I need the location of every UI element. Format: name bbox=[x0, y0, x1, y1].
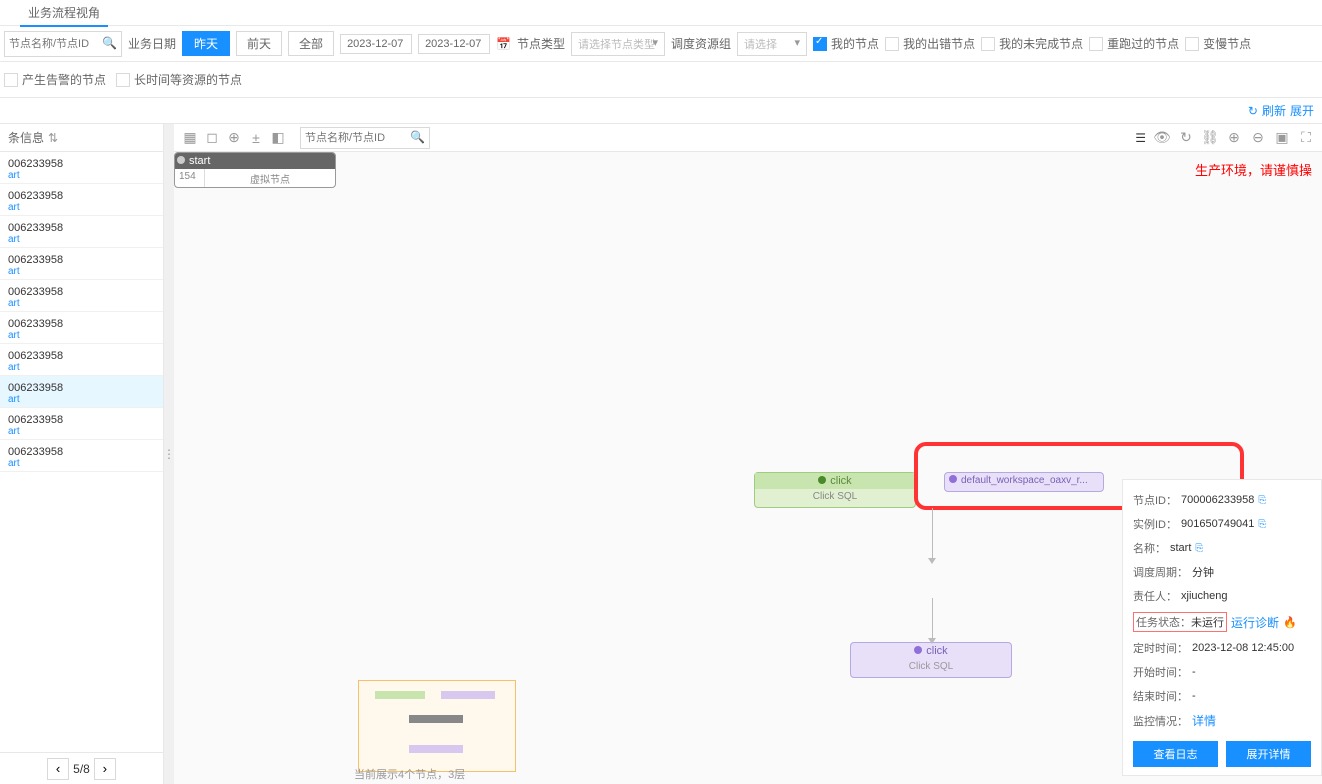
date-from[interactable]: 2023-12-07 bbox=[340, 34, 412, 54]
edge bbox=[932, 508, 933, 562]
toolbar-row-1: 🔍 业务日期 昨天 前天 全部 2023-12-07 2023-12-07 📅 … bbox=[0, 26, 1322, 62]
list-item[interactable]: 006233958art bbox=[0, 184, 163, 216]
resource-label: 调度资源组 bbox=[671, 35, 731, 52]
link-icon[interactable]: ⛓ bbox=[1202, 130, 1218, 146]
edge bbox=[932, 598, 933, 642]
list-item[interactable]: 006233958art bbox=[0, 440, 163, 472]
calendar-icon[interactable]: 📅 bbox=[496, 37, 511, 51]
zoom-in-icon[interactable]: ⊕ bbox=[1226, 130, 1242, 146]
date-to[interactable]: 2023-12-07 bbox=[418, 34, 490, 54]
btn-expand-detail[interactable]: 展开详情 bbox=[1226, 741, 1311, 767]
list-item[interactable]: 006233958art bbox=[0, 344, 163, 376]
left-panel: 条信息 ⇅ 006233958art 006233958art 00623395… bbox=[0, 124, 164, 784]
diagnosis-link[interactable]: 运行诊断 bbox=[1231, 614, 1279, 631]
btn-yesterday[interactable]: 前天 bbox=[236, 31, 282, 56]
cb-undone-nodes[interactable]: 我的未完成节点 bbox=[981, 35, 1083, 52]
node-click-1[interactable]: click Click SQL bbox=[754, 472, 916, 508]
cb-slow-nodes[interactable]: 变慢节点 bbox=[1185, 35, 1251, 52]
search-input[interactable] bbox=[5, 32, 95, 56]
fire-icon: 🔥 bbox=[1283, 616, 1297, 629]
cb-alarm-nodes[interactable]: 产生告警的节点 bbox=[4, 71, 106, 88]
environment-warning: 生产环境，请谨慎操 bbox=[1195, 160, 1312, 179]
copy-icon[interactable]: ⎘ bbox=[1195, 543, 1203, 554]
search-input-wrap: 🔍 bbox=[4, 31, 122, 57]
cb-my-nodes[interactable]: 我的节点 bbox=[813, 35, 879, 52]
ct-icon-5[interactable]: ◧ bbox=[270, 130, 286, 146]
ct-icon-1[interactable]: ▦ bbox=[182, 130, 198, 146]
list-item[interactable]: 006233958art bbox=[0, 152, 163, 184]
canvas-search: 🔍 bbox=[300, 127, 430, 149]
list-item[interactable]: 006233958art bbox=[0, 248, 163, 280]
detail-panel: 节点ID：700006233958⎘ 实例ID：901650749041⎘ 名称… bbox=[1122, 479, 1322, 776]
pager-prev[interactable]: ‹ bbox=[47, 758, 69, 780]
sort-icon[interactable]: ⇅ bbox=[48, 131, 58, 145]
canvas-area[interactable]: ▦ ◻ ⊕ ± ◧ 🔍 ☰ 👁 ↻ ⛓ ⊕ ⊖ ▣ ⛶ bbox=[174, 124, 1322, 784]
task-status: 任务状态：未运行 bbox=[1133, 612, 1227, 632]
arrow-icon bbox=[928, 638, 936, 644]
list-item[interactable]: 006233958art bbox=[0, 280, 163, 312]
refresh-icon[interactable]: ↻ bbox=[1248, 104, 1258, 118]
eye-icon[interactable]: 👁 bbox=[1154, 130, 1170, 146]
ct-icon-2[interactable]: ◻ bbox=[204, 130, 220, 146]
list-item[interactable]: 006233958art bbox=[0, 216, 163, 248]
splitter[interactable] bbox=[164, 124, 174, 784]
zoom-out-icon[interactable]: ⊖ bbox=[1250, 130, 1266, 146]
cb-rerun-nodes[interactable]: 重跑过的节点 bbox=[1089, 35, 1179, 52]
node-type-select[interactable]: 请选择节点类型 bbox=[571, 32, 665, 56]
biz-date-label: 业务日期 bbox=[128, 35, 176, 52]
pager-next[interactable]: › bbox=[94, 758, 116, 780]
tab-business-flow[interactable]: 业务流程视角 bbox=[20, 0, 108, 27]
monitor-link[interactable]: 详情 bbox=[1192, 712, 1216, 729]
pager-text: 5/8 bbox=[73, 762, 90, 776]
minimap[interactable] bbox=[358, 680, 516, 772]
cb-wait-nodes[interactable]: 长时间等资源的节点 bbox=[116, 71, 242, 88]
btn-today[interactable]: 昨天 bbox=[182, 31, 230, 56]
left-header: 条信息 ⇅ bbox=[0, 124, 163, 152]
list-item[interactable]: 006233958art bbox=[0, 408, 163, 440]
copy-icon[interactable]: ⎘ bbox=[1258, 495, 1266, 506]
copy-icon[interactable]: ⎘ bbox=[1258, 519, 1266, 530]
node-start[interactable]: start 154 虚拟节点 bbox=[174, 152, 336, 188]
pager: ‹ 5/8 › bbox=[0, 752, 163, 784]
refresh-link[interactable]: 刷新 bbox=[1262, 102, 1286, 119]
btn-view-log[interactable]: 查看日志 bbox=[1133, 741, 1218, 767]
expand-link[interactable]: 展开 bbox=[1290, 102, 1314, 119]
left-list: 006233958art 006233958art 006233958art 0… bbox=[0, 152, 163, 752]
arrow-icon bbox=[928, 558, 936, 564]
canvas-search-input[interactable] bbox=[301, 128, 406, 148]
ct-icon-3[interactable]: ⊕ bbox=[226, 130, 242, 146]
toolbar-row-2: 产生告警的节点 长时间等资源的节点 bbox=[0, 62, 1322, 98]
layers-icon[interactable]: ☰ bbox=[1135, 131, 1146, 145]
btn-all[interactable]: 全部 bbox=[288, 31, 334, 56]
search-icon[interactable]: 🔍 bbox=[410, 130, 425, 144]
search-icon[interactable]: 🔍 bbox=[102, 36, 117, 50]
cb-error-nodes[interactable]: 我的出错节点 bbox=[885, 35, 975, 52]
node-type-label: 节点类型 bbox=[517, 35, 565, 52]
list-item[interactable]: 006233958art bbox=[0, 376, 163, 408]
footer-text: 当前展示4个节点，3层 bbox=[354, 766, 465, 782]
resource-select[interactable]: 请选择 bbox=[737, 32, 807, 56]
refresh-icon[interactable]: ↻ bbox=[1178, 130, 1194, 146]
fullscreen-icon[interactable]: ⛶ bbox=[1298, 130, 1314, 146]
list-item[interactable]: 006233958art bbox=[0, 312, 163, 344]
node-click-2[interactable]: click Click SQL bbox=[850, 642, 1012, 678]
fit-icon[interactable]: ▣ bbox=[1274, 130, 1290, 146]
ct-icon-4[interactable]: ± bbox=[248, 130, 264, 146]
